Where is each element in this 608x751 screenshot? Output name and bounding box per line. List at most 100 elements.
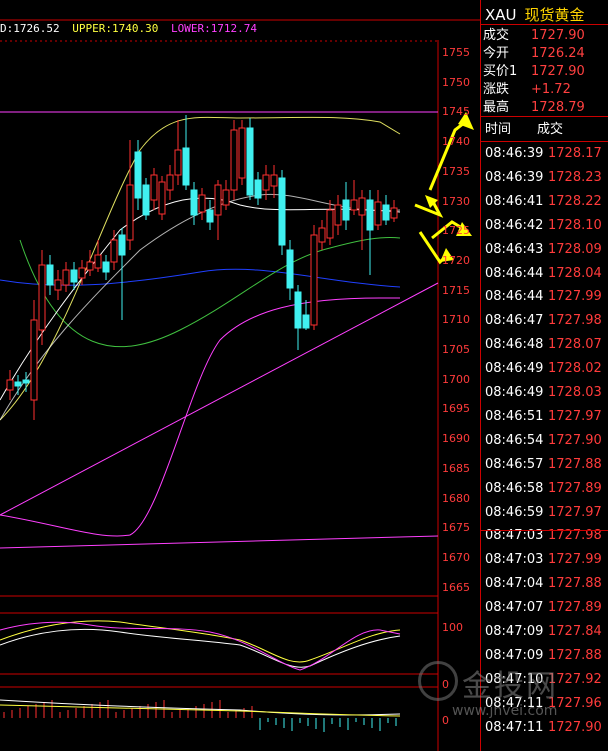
tick-price: 1727.99 <box>548 552 602 568</box>
candle-down <box>134 151 142 199</box>
tick-price: 1728.10 <box>548 217 602 233</box>
candle-up <box>150 174 158 201</box>
candle-down <box>342 199 350 221</box>
tick-row: 08:46:47 1727.98 <box>485 313 602 328</box>
quote-value: 1727.90 <box>531 28 585 43</box>
quote-row: 买价1 1727.90 <box>483 60 585 79</box>
watermark-url: www.jnvei.com <box>452 703 558 719</box>
candle-up <box>222 189 230 206</box>
tick-row: 08:46:49 1728.02 <box>485 361 602 376</box>
candle-up <box>30 319 38 401</box>
quote-value: 1728.79 <box>531 100 585 115</box>
candle-up <box>166 174 174 191</box>
candle-down <box>246 127 254 196</box>
tick-time: 08:46:58 <box>485 480 544 496</box>
candle-down <box>294 291 302 329</box>
candle-up <box>374 201 382 226</box>
tick-price: 1727.89 <box>548 480 602 496</box>
candle-up <box>78 267 86 279</box>
tick-price: 1728.17 <box>548 146 602 161</box>
tick-price: 1727.97 <box>548 504 602 520</box>
candle-up <box>86 261 94 271</box>
price-axis-label: 1710 <box>442 313 470 327</box>
candle-down <box>206 209 214 223</box>
price-axis-label: 1735 <box>442 164 470 178</box>
tick-time: 08:46:48 <box>485 337 544 353</box>
candle-up <box>158 181 166 215</box>
tick-price: 1727.84 <box>548 624 602 639</box>
price-axis-label: 1680 <box>442 491 470 505</box>
watermark: 金投网 www.jnvei.com <box>412 655 608 745</box>
tick-time: 08:46:44 <box>485 289 544 305</box>
price-axis-label: 1695 <box>442 402 470 416</box>
tick-price: 1728.23 <box>548 169 602 185</box>
candle-up <box>318 227 326 243</box>
tick-time: 08:47:03 <box>485 552 544 568</box>
candle-down <box>190 189 198 216</box>
tick-price: 1728.03 <box>548 385 602 400</box>
quote-key: 涨跌 <box>483 82 510 97</box>
candle-down <box>302 314 310 329</box>
candle-down <box>366 199 374 231</box>
price-chart[interactable]: D:1726.52 UPPER:1740.30 LOWER:1712.74 17… <box>0 0 480 751</box>
candle-down <box>46 264 54 286</box>
tick-price: 1727.90 <box>548 432 602 448</box>
tick-time: 08:46:59 <box>485 504 544 520</box>
quote-panel: XAU 现货黄金 成交 1727.90 今开 1726.24 买价1 1727.90 涨跌 +1… <box>480 0 608 751</box>
tick-time: 08:46:41 <box>485 193 544 209</box>
tick-row: 08:46:41 1728.22 <box>485 194 602 209</box>
tick-row: 08:46:49 1728.03 <box>485 385 602 400</box>
tick-row: 08:46:44 1728.04 <box>485 266 602 281</box>
price-axis-label: 1705 <box>442 343 470 356</box>
tick-time: 08:47:04 <box>485 576 544 592</box>
tick-row: 08:46:39 1728.23 <box>485 170 602 185</box>
tick-row: 08:46:59 1727.97 <box>485 505 602 520</box>
tick-price: 1728.07 <box>548 337 602 353</box>
tick-price: 1728.22 <box>548 193 602 209</box>
candle-up <box>174 149 182 176</box>
candle-down <box>118 234 126 256</box>
candle-up <box>334 204 342 226</box>
symbol-code: XAU <box>485 6 517 24</box>
tick-row: 08:47:07 1727.89 <box>485 600 602 615</box>
candle-down <box>22 379 30 384</box>
tick-row: 08:46:44 1727.99 <box>485 289 602 304</box>
candle-up <box>198 194 206 213</box>
quote-key: 买价1 <box>483 64 518 79</box>
price-axis-label: 1675 <box>442 521 470 535</box>
quote-row: 最高 1728.79 <box>483 96 585 115</box>
candle-up <box>270 174 278 187</box>
candle-down <box>254 179 262 199</box>
tick-time: 08:47:09 <box>485 624 544 639</box>
divider <box>480 530 608 531</box>
d-value: D:1726.52 <box>0 22 60 35</box>
tick-row: 08:46:51 1727.97 <box>485 409 602 424</box>
tick-time: 08:47:07 <box>485 600 544 616</box>
price-axis-label: 1715 <box>442 283 470 297</box>
tick-price: 1728.09 <box>548 241 602 257</box>
price-axis-label: 1690 <box>442 432 470 446</box>
candle-up <box>54 279 62 291</box>
tick-row: 08:46:39 1728.17 <box>485 146 602 161</box>
price-axis-label: 1670 <box>442 550 470 564</box>
tick-price: 1728.02 <box>548 361 602 377</box>
tick-time: 08:46:44 <box>485 265 544 281</box>
divider <box>480 116 608 117</box>
candle-down <box>102 261 110 273</box>
candle-up <box>358 197 366 216</box>
candle-up <box>38 264 46 331</box>
price-axis-label: 1665 <box>442 580 470 594</box>
candle-down <box>286 249 294 289</box>
candle-down <box>70 269 78 283</box>
candle-up <box>238 127 246 179</box>
quote-key: 最高 <box>483 100 510 115</box>
price-axis-label: 1685 <box>442 461 470 475</box>
watermark-logo-icon <box>418 661 458 701</box>
price-axis-label: 1700 <box>442 372 470 386</box>
ticks-time-header: 时间 <box>485 122 512 137</box>
tick-time: 08:46:49 <box>485 361 544 377</box>
candle-up <box>110 239 118 263</box>
tick-row: 08:47:09 1727.84 <box>485 624 602 639</box>
candle-up <box>262 174 270 191</box>
quote-row: 今开 1726.24 <box>483 42 585 61</box>
